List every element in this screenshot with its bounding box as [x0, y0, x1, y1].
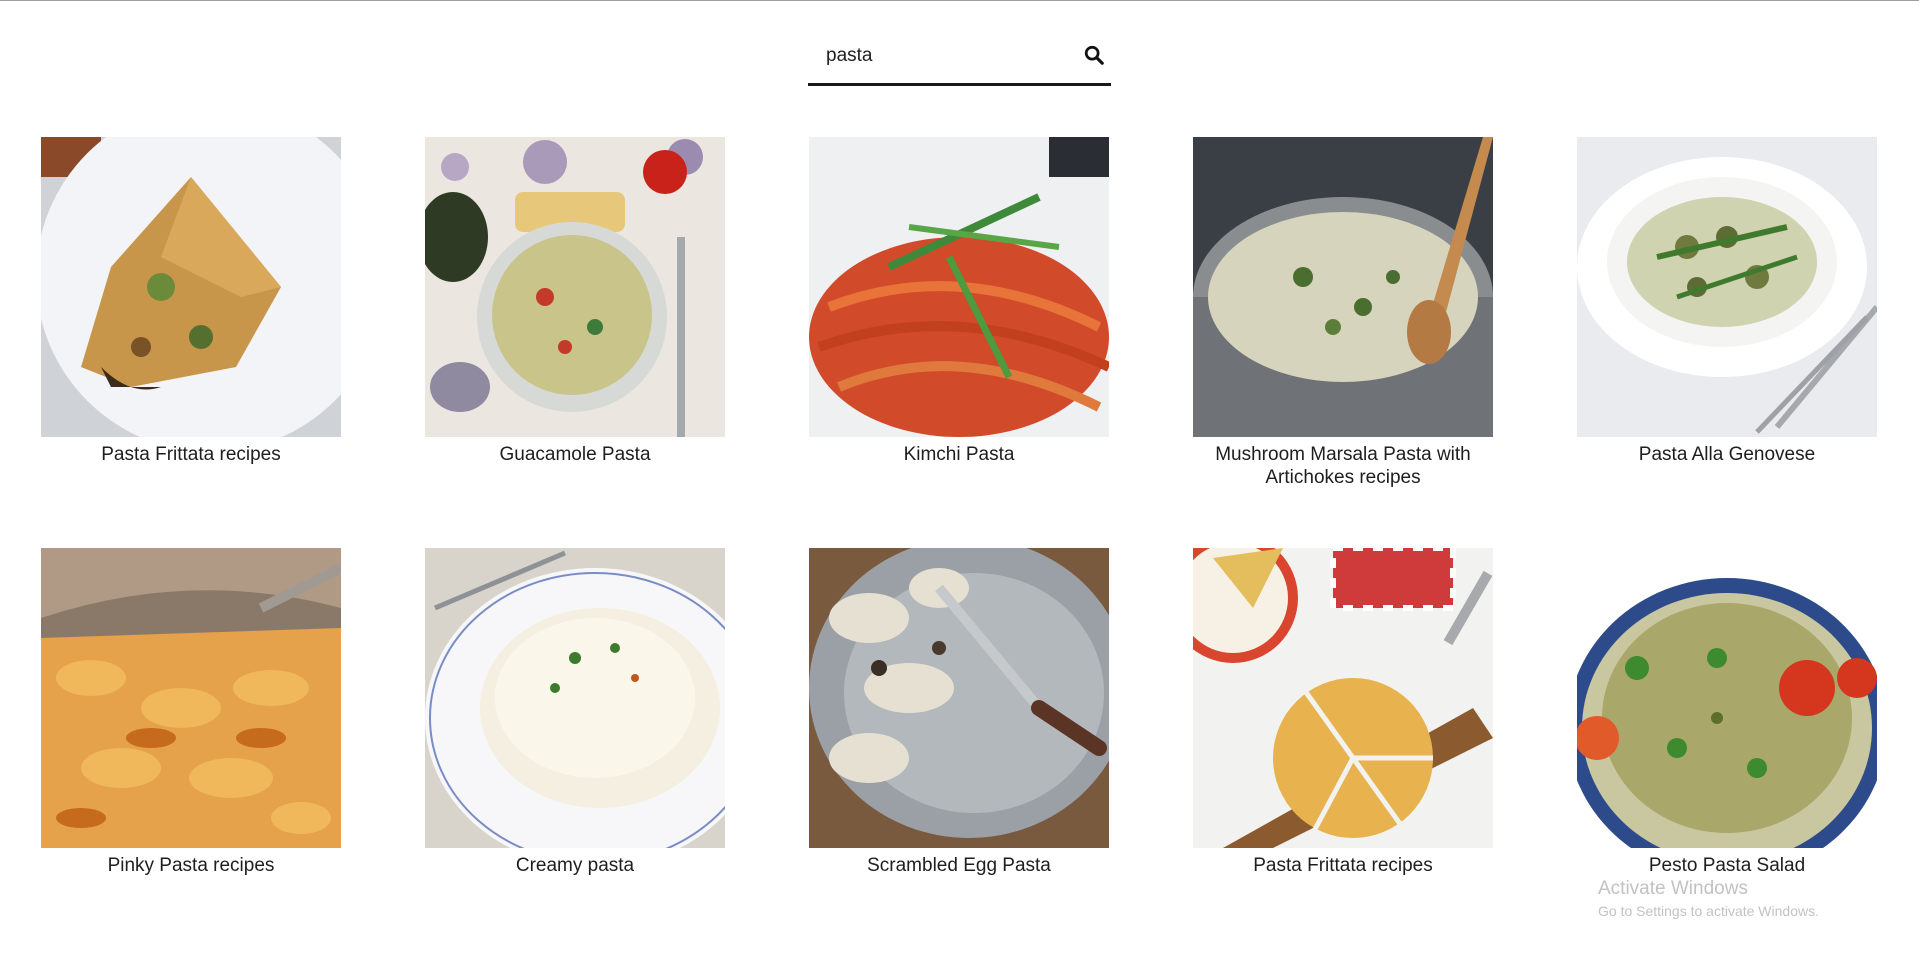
recipe-grid: Pasta Frittata recipes Guacamole Pasta K… [0, 0, 1919, 968]
recipe-card[interactable]: Pesto Pasta Salad [1577, 548, 1877, 877]
recipe-image[interactable] [809, 548, 1109, 848]
recipe-title[interactable]: Guacamole Pasta [425, 443, 725, 466]
recipe-title[interactable]: Creamy pasta [425, 854, 725, 877]
recipe-image[interactable] [41, 137, 341, 437]
recipe-title[interactable]: Pesto Pasta Salad [1577, 854, 1877, 877]
recipe-card[interactable]: Pinky Pasta recipes [41, 548, 341, 877]
recipe-image[interactable] [425, 548, 725, 848]
recipe-title[interactable]: Kimchi Pasta [809, 443, 1109, 466]
recipe-card[interactable]: Pasta Frittata recipes [1193, 548, 1493, 877]
recipe-card[interactable]: Pasta Frittata recipes [41, 137, 341, 466]
recipe-image[interactable] [425, 137, 725, 437]
recipe-image[interactable] [1577, 137, 1877, 437]
recipe-image[interactable] [1193, 137, 1493, 437]
recipe-title[interactable]: Pasta Frittata recipes [1193, 854, 1493, 877]
recipe-title[interactable]: Pasta Frittata recipes [41, 443, 341, 466]
recipe-card[interactable]: Scrambled Egg Pasta [809, 548, 1109, 877]
recipe-image[interactable] [41, 548, 341, 848]
recipe-card[interactable]: Mushroom Marsala Pasta with Artichokes r… [1193, 137, 1493, 489]
recipe-card[interactable]: Kimchi Pasta [809, 137, 1109, 466]
recipe-image[interactable] [1193, 548, 1493, 848]
recipe-title[interactable]: Mushroom Marsala Pasta with Artichokes r… [1193, 443, 1493, 489]
recipe-title[interactable]: Pasta Alla Genovese [1577, 443, 1877, 466]
recipe-card[interactable]: Creamy pasta [425, 548, 725, 877]
recipe-card[interactable]: Pasta Alla Genovese [1577, 137, 1877, 466]
recipe-title[interactable]: Pinky Pasta recipes [41, 854, 341, 877]
recipe-image[interactable] [809, 137, 1109, 437]
recipe-card[interactable]: Guacamole Pasta [425, 137, 725, 466]
recipe-title[interactable]: Scrambled Egg Pasta [809, 854, 1109, 877]
recipe-image[interactable] [1577, 548, 1877, 848]
